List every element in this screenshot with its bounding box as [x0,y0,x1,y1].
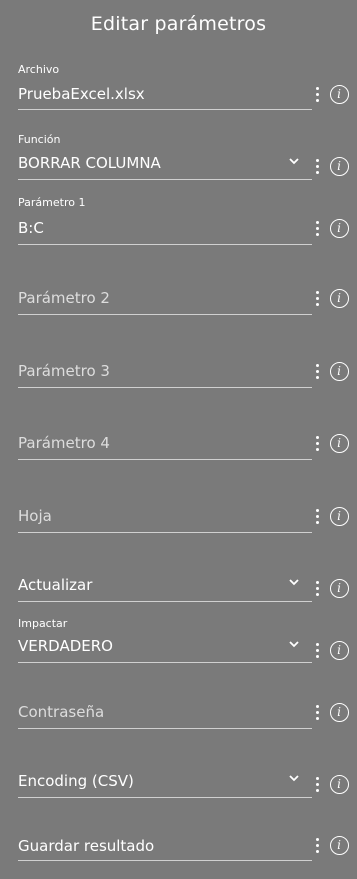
kebab-menu-icon[interactable] [314,87,322,103]
field-underline [18,797,312,798]
field-underline [18,109,312,110]
field-parametro-2[interactable]: Parámetro 2 i [18,288,349,318]
chevron-down-icon[interactable] [288,773,300,783]
field-guardar-resultado[interactable]: Guardar resultado i [18,836,349,866]
panel-title: Editar parámetros [90,13,267,35]
kebab-menu-icon[interactable] [314,643,322,659]
kebab-menu-icon[interactable] [314,221,322,237]
kebab-menu-icon[interactable] [314,159,322,175]
field-contrasena[interactable]: Contraseña i [18,702,349,732]
field-placeholder[interactable]: Parámetro 3 [18,362,110,380]
kebab-menu-icon[interactable] [314,581,322,597]
kebab-menu-icon[interactable] [314,364,322,380]
kebab-menu-icon[interactable] [314,777,322,793]
field-placeholder[interactable]: Contraseña [18,703,104,721]
info-icon[interactable]: i [330,85,349,104]
info-icon[interactable]: i [330,507,349,526]
field-underline [18,314,312,315]
field-placeholder[interactable]: Parámetro 2 [18,289,110,307]
field-underline [18,244,312,245]
kebab-menu-icon[interactable] [314,838,322,854]
info-icon[interactable]: i [330,219,349,238]
info-icon[interactable]: i [330,362,349,381]
field-parametro-4[interactable]: Parámetro 4 i [18,433,349,463]
field-label: Archivo [18,63,60,76]
field-underline [18,860,312,861]
field-placeholder[interactable]: Encoding (CSV) [18,772,134,790]
chevron-down-icon[interactable] [288,639,300,649]
chevron-down-icon[interactable] [288,156,300,166]
field-underline [18,601,312,602]
field-placeholder[interactable]: Parámetro 4 [18,434,110,452]
field-placeholder[interactable]: Guardar resultado [18,837,154,855]
info-icon[interactable]: i [330,775,349,794]
field-label: Impactar [18,617,68,630]
kebab-menu-icon[interactable] [314,436,322,452]
field-underline [18,532,312,533]
field-underline [18,662,312,663]
field-funcion[interactable]: Función BORRAR COLUMNA i [18,128,349,182]
field-value[interactable]: PruebaExcel.xlsx [18,85,145,103]
kebab-menu-icon[interactable] [314,509,322,525]
info-icon[interactable]: i [330,157,349,176]
field-hoja[interactable]: Hoja i [18,506,349,536]
field-placeholder[interactable]: Hoja [18,507,52,525]
field-value[interactable]: VERDADERO [18,637,113,655]
kebab-menu-icon[interactable] [314,291,322,307]
chevron-down-icon[interactable] [288,577,300,587]
field-label: Función [18,133,61,146]
field-value[interactable]: B:C [18,219,44,237]
field-parametro-1[interactable]: Parámetro 1 B:C i [18,190,349,250]
field-encoding-csv[interactable]: Encoding (CSV) i [18,771,349,801]
field-underline [18,459,312,460]
field-label: Parámetro 1 [18,196,86,209]
field-parametro-3[interactable]: Parámetro 3 i [18,361,349,391]
field-archivo[interactable]: Archivo PruebaExcel.xlsx i [18,58,349,112]
info-icon[interactable]: i [330,579,349,598]
field-underline [18,179,312,180]
field-placeholder[interactable]: Actualizar [18,576,92,594]
edit-parameters-panel: Editar parámetros Archivo PruebaExcel.xl… [0,0,357,879]
field-impactar[interactable]: Impactar VERDADERO i [18,614,349,666]
field-value[interactable]: BORRAR COLUMNA [18,154,161,172]
info-icon[interactable]: i [330,641,349,660]
field-underline [18,387,312,388]
field-actualizar[interactable]: Actualizar i [18,575,349,605]
kebab-menu-icon[interactable] [314,705,322,721]
info-icon[interactable]: i [330,836,349,855]
info-icon[interactable]: i [330,703,349,722]
info-icon[interactable]: i [330,289,349,308]
field-underline [18,728,312,729]
info-icon[interactable]: i [330,434,349,453]
